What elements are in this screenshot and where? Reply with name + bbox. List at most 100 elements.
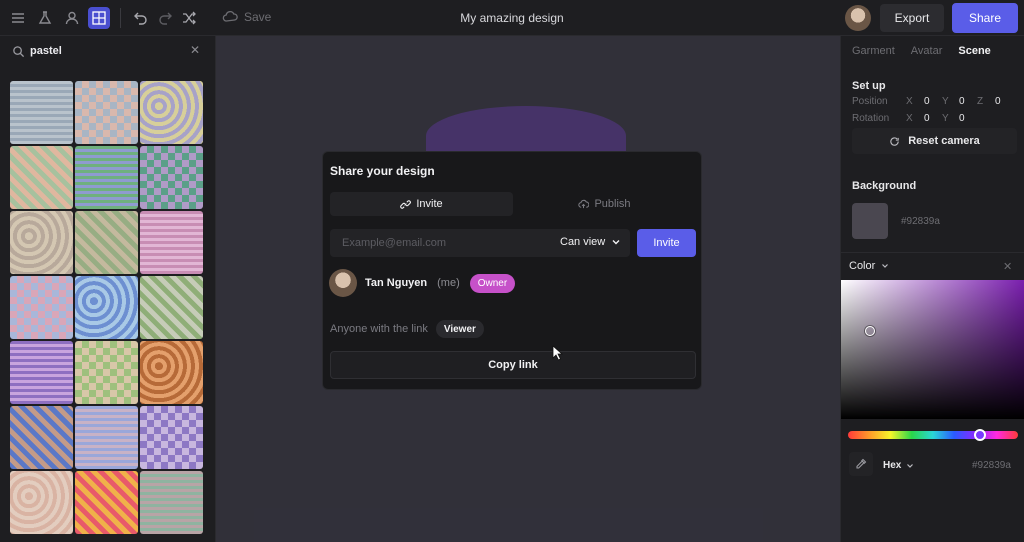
rotation-y-label: Y (942, 113, 949, 124)
redo-icon[interactable] (155, 8, 175, 28)
save-label: Save (244, 10, 272, 24)
link-access-row: Anyone with the link Viewer (330, 320, 484, 338)
color-mode-select[interactable]: Hex (883, 460, 914, 471)
user-icon[interactable] (62, 8, 82, 28)
cloud-icon (222, 10, 238, 22)
pattern-tile[interactable] (140, 406, 203, 469)
eyedropper-button[interactable] (849, 452, 873, 476)
pattern-tile[interactable] (75, 341, 138, 404)
owner-badge: Owner (469, 273, 516, 293)
search-input[interactable]: pastel (30, 45, 62, 57)
reset-icon (890, 136, 899, 146)
setup-title: Set up (852, 80, 886, 92)
pattern-tile[interactable] (10, 276, 73, 339)
pattern-tile[interactable] (140, 276, 203, 339)
member-me-tag: (me) (437, 277, 460, 289)
background-hex[interactable]: #92839a (901, 216, 940, 227)
invite-email-row: Can view (330, 229, 630, 257)
menu-icon[interactable] (8, 8, 28, 28)
reset-camera-button[interactable]: Reset camera (852, 128, 1017, 154)
pattern-search[interactable]: pastel ✕ (0, 36, 216, 68)
pattern-icon[interactable] (88, 7, 110, 29)
color-title: Color (849, 260, 876, 272)
cloud-upload-icon (578, 199, 590, 208)
color-picker-handle[interactable] (865, 326, 875, 336)
position-y-label: Y (942, 96, 949, 107)
shuffle-icon[interactable] (179, 8, 199, 28)
properties-panel: Garment Avatar Scene Set up Position X 0… (840, 36, 1024, 542)
position-label: Position (852, 96, 888, 107)
pattern-tile[interactable] (10, 341, 73, 404)
dialog-title: Share your design (330, 164, 435, 178)
permission-select[interactable]: Can view (560, 236, 621, 248)
pattern-tile[interactable] (10, 146, 73, 209)
tab-avatar[interactable]: Avatar (911, 45, 943, 57)
tab-publish[interactable]: Publish (513, 192, 696, 216)
avatar[interactable] (845, 5, 871, 31)
pattern-library-panel: pastel ✕ (0, 36, 216, 542)
background-swatch[interactable] (852, 203, 888, 239)
properties-tabs: Garment Avatar Scene (852, 45, 991, 57)
toolbar-separator (120, 8, 121, 28)
tab-invite-label: Invite (416, 198, 443, 210)
mouse-cursor-icon (552, 345, 564, 361)
chevron-down-icon (612, 240, 620, 245)
pattern-tile[interactable] (75, 471, 138, 534)
close-icon[interactable]: ✕ (1003, 260, 1012, 273)
pattern-tile[interactable] (140, 471, 203, 534)
reset-camera-label: Reset camera (908, 135, 980, 147)
pattern-tile[interactable] (75, 81, 138, 144)
rotation-x-field[interactable]: 0 (924, 113, 930, 124)
pattern-tile[interactable] (140, 146, 203, 209)
pattern-tile[interactable] (140, 341, 203, 404)
tab-invite[interactable]: Invite (330, 192, 513, 216)
color-section-toggle[interactable]: Color (849, 260, 889, 272)
chevron-down-icon (882, 264, 889, 268)
rotation-y-field[interactable]: 0 (959, 113, 965, 124)
share-button[interactable]: Share (952, 3, 1018, 33)
export-button[interactable]: Export (880, 4, 944, 32)
pattern-grid (10, 81, 203, 534)
copy-link-button[interactable]: Copy link (330, 351, 696, 379)
pattern-tile[interactable] (10, 406, 73, 469)
position-y-field[interactable]: 0 (959, 96, 965, 107)
member-row: Tan Nguyen (me) Owner (329, 269, 516, 297)
flask-icon[interactable] (35, 8, 55, 28)
pattern-tile[interactable] (10, 211, 73, 274)
color-mode-label: Hex (883, 460, 902, 471)
invite-button[interactable]: Invite (637, 229, 696, 257)
tab-publish-label: Publish (594, 198, 631, 210)
app-root: Save My amazing design Export Share past… (0, 0, 1024, 542)
pattern-tile[interactable] (10, 471, 73, 534)
position-x-field[interactable]: 0 (924, 96, 930, 107)
save-button[interactable]: Save (222, 9, 271, 25)
color-saturation-picker[interactable] (841, 280, 1024, 419)
hue-slider[interactable] (848, 431, 1018, 439)
hue-slider-handle[interactable] (974, 429, 986, 441)
position-x-label: X (906, 96, 913, 107)
color-hex-field[interactable]: #92839a (972, 460, 1011, 471)
position-z-field[interactable]: 0 (995, 96, 1001, 107)
share-tabs: Invite Publish (330, 192, 696, 216)
link-access-label: Anyone with the link (330, 323, 428, 335)
section-divider (841, 252, 1024, 253)
pattern-tile[interactable] (75, 406, 138, 469)
tab-garment[interactable]: Garment (852, 45, 895, 57)
eyedropper-icon (856, 458, 867, 469)
email-field[interactable] (342, 229, 552, 257)
member-name: Tan Nguyen (365, 277, 428, 289)
undo-icon[interactable] (131, 8, 151, 28)
pattern-tile[interactable] (140, 211, 203, 274)
tab-scene[interactable]: Scene (958, 45, 990, 57)
pattern-tile[interactable] (10, 81, 73, 144)
position-z-label: Z (977, 96, 984, 107)
permission-label: Can view (560, 236, 606, 248)
link-icon (400, 199, 412, 209)
link-role-select[interactable]: Viewer (435, 320, 484, 338)
background-title: Background (852, 180, 917, 192)
pattern-tile[interactable] (75, 211, 138, 274)
pattern-tile[interactable] (140, 81, 203, 144)
pattern-tile[interactable] (75, 276, 138, 339)
close-icon[interactable]: ✕ (190, 44, 202, 56)
pattern-tile[interactable] (75, 146, 138, 209)
